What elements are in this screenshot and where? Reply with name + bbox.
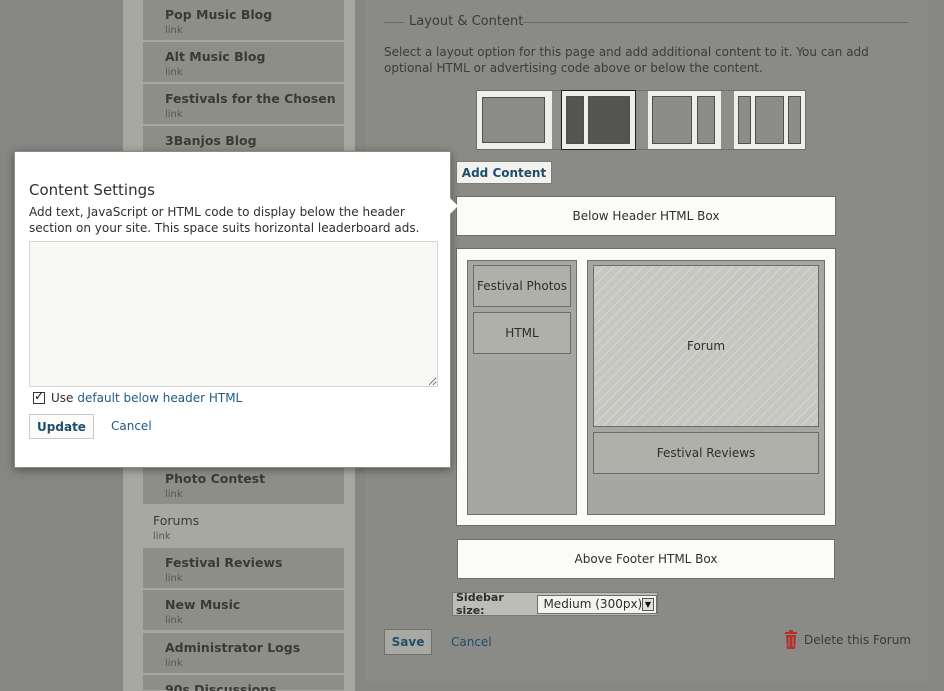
sidebar-item-sublabel: link (165, 615, 183, 626)
sidebar-size-value: Medium (300px) (543, 597, 643, 611)
sidebar-item-label: Alt Music Blog (165, 49, 266, 64)
default-html-checkbox[interactable] (33, 389, 45, 404)
sidebar-item-forums[interactable]: Forums link (143, 506, 344, 547)
trash-icon (785, 630, 797, 649)
sidebar-item-festivals-for-the-chosen[interactable]: Festivals for the Chosen link (143, 84, 344, 125)
sidebar-item-label: 3Banjos Blog (165, 133, 257, 148)
sidebar-item-sublabel: link (165, 25, 183, 36)
sidebar-item-label: Festivals for the Chosen (165, 91, 336, 106)
layout-option-sidebar-right[interactable] (648, 91, 721, 149)
sidebar-item-label: 90s Discussions (165, 682, 277, 691)
main-column: Forum Festival Reviews (587, 260, 825, 515)
layout-option-three-column[interactable] (734, 91, 805, 149)
layout-block (482, 97, 545, 143)
legend-rule-left (384, 22, 404, 23)
sidebar-item-sublabel: link (165, 109, 183, 120)
delete-forum-button[interactable]: Delete this Forum (784, 630, 911, 650)
layout-option-one-column[interactable] (477, 91, 552, 149)
layout-preview: Festival Photos HTML Forum Festival Revi… (456, 248, 836, 526)
sidebar-item-sublabel: link (165, 573, 183, 584)
widget-forum[interactable]: Forum (593, 265, 819, 427)
default-below-header-html-link[interactable]: default below header HTML (77, 391, 242, 405)
sidebar-item-90s-discussions[interactable]: 90s Discussions (143, 675, 344, 691)
section-description: Select a layout option for this page and… (384, 45, 869, 75)
layout-block (588, 96, 630, 144)
sidebar-item-pop-music-blog[interactable]: Pop Music Blog link (143, 0, 344, 41)
sidebar-item-alt-music-blog[interactable]: Alt Music Blog link (143, 42, 344, 83)
layout-block (697, 96, 715, 144)
widget-html[interactable]: HTML (473, 312, 571, 354)
sidebar-item-administrator-logs[interactable]: Administrator Logs link (143, 633, 344, 674)
add-content-button[interactable]: Add Content (456, 161, 552, 184)
sidebar-item-sublabel: link (165, 67, 183, 78)
sidebar-item-label: Pop Music Blog (165, 7, 273, 22)
layout-block (755, 96, 784, 144)
sidebar-item-photo-contest[interactable]: Photo Contest link (143, 464, 344, 505)
below-header-html-box[interactable]: Below Header HTML Box (456, 196, 836, 236)
sidebar-column: Festival Photos HTML (467, 260, 577, 515)
dialog-cancel-link[interactable]: Cancel (111, 419, 152, 433)
sidebar-item-festival-reviews[interactable]: Festival Reviews link (143, 548, 344, 589)
section-legend: Layout & Content (409, 14, 524, 29)
layout-block (788, 96, 801, 144)
cancel-link[interactable]: Cancel (451, 635, 492, 649)
layout-option-sidebar-left[interactable] (561, 90, 636, 150)
sidebar-item-label: Photo Contest (165, 471, 266, 486)
save-button[interactable]: Save (384, 629, 432, 655)
update-button[interactable]: Update (29, 414, 94, 439)
content-settings-dialog: Content Settings Add text, JavaScript or… (14, 151, 451, 468)
delete-forum-label: Delete this Forum (804, 633, 911, 647)
sidebar-item-sublabel: link (165, 658, 183, 669)
widget-festival-photos[interactable]: Festival Photos (473, 265, 571, 307)
above-footer-html-box[interactable]: Above Footer HTML Box (457, 539, 835, 579)
layout-selector (476, 90, 806, 150)
chevron-down-icon: ▼ (642, 597, 654, 611)
checkbox-label: Use (51, 391, 74, 405)
dialog-description: Add text, JavaScript or HTML code to dis… (29, 205, 420, 235)
sidebar-item-label: Forums (153, 513, 200, 528)
sidebar-size-label: Sidebar size: (456, 591, 504, 617)
sidebar-item-label: Festival Reviews (165, 555, 283, 570)
dialog-title: Content Settings (29, 181, 155, 199)
legend-rule-right (523, 22, 908, 23)
layout-block (652, 96, 692, 144)
dialog-pointer (450, 198, 458, 214)
sidebar-item-label: Administrator Logs (165, 640, 301, 655)
default-html-option: Use default below header HTML (33, 389, 242, 405)
sidebar-size-select[interactable]: Medium (300px) ▼ (537, 594, 657, 614)
sidebar-item-label: New Music (165, 597, 241, 612)
widget-festival-reviews[interactable]: Festival Reviews (593, 432, 819, 474)
layout-block (738, 96, 751, 144)
sidebar-size-control: Sidebar size: Medium (300px) ▼ (452, 591, 658, 617)
sidebar-item-sublabel: link (165, 489, 183, 500)
sidebar-item-sublabel: link (153, 531, 171, 542)
html-code-textarea[interactable] (29, 241, 438, 387)
layout-block (566, 96, 584, 144)
sidebar-item-new-music[interactable]: New Music link (143, 590, 344, 631)
